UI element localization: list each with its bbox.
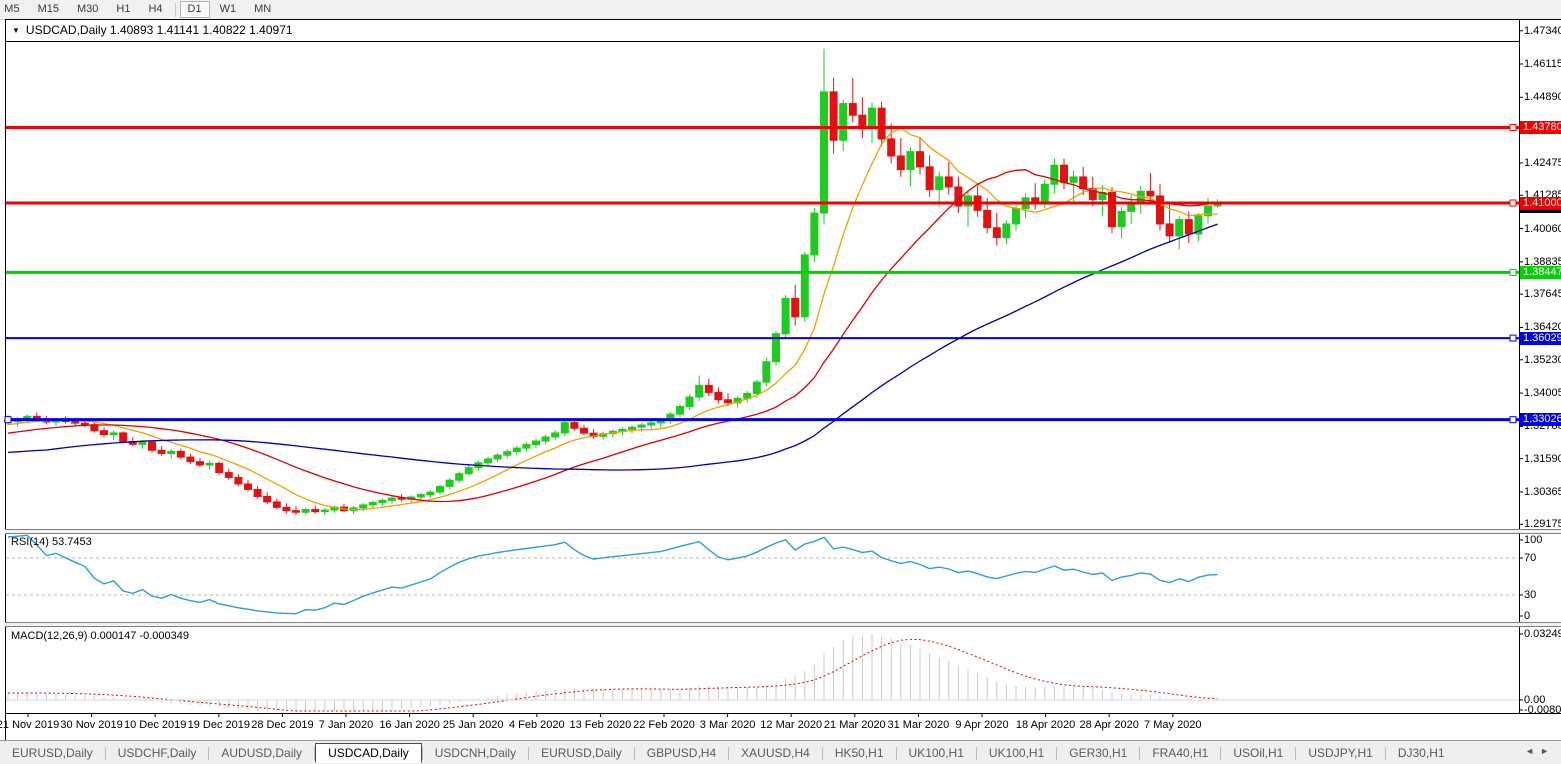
date-label: 31 Mar 2020 (888, 719, 950, 731)
macd-indicator-label: MACD(12,26,9) 0.000147 -0.000349 (11, 630, 189, 642)
chart-title-text: USDCAD,Daily 1.40893 1.41141 1.40822 1.4… (26, 23, 293, 37)
tab-scroll-right-icon[interactable]: ► (1540, 746, 1555, 756)
price-tick-1.37645: 1.37645 (1524, 288, 1561, 300)
rsi-tick-0: 0 (1524, 610, 1530, 622)
date-label: 22 Feb 2020 (633, 719, 695, 731)
date-label: 18 Apr 2020 (1016, 719, 1075, 731)
macd-tick--0.00808: -0.00808 (1524, 704, 1561, 716)
price-tick-1.44890: 1.44890 (1524, 91, 1561, 103)
tab-eurusd-daily-5[interactable]: EURUSD,Daily (529, 743, 634, 763)
timeframe-button-H1[interactable]: H1 (108, 1, 138, 18)
main-chart-plot[interactable] (6, 42, 1519, 528)
mt4-terminal: M1M5M15M30H1H4D1W1MN ▼USDCAD,Daily 1.408… (0, 0, 1561, 764)
tab-fra40-h1-12[interactable]: FRA40,H1 (1140, 743, 1220, 763)
date-label: 3 Mar 2020 (700, 719, 756, 731)
hline-price-label-1.38447: 1.38447 (1520, 266, 1561, 279)
chart-title: ▼ USDCAD,Daily 1.40893 1.41141 1.40822 1.… (12, 23, 293, 37)
tab-xauusd-h4-7[interactable]: XAUUSD,H4 (729, 743, 822, 763)
tab-usdcad-daily-3[interactable]: USDCAD,Daily (315, 743, 422, 763)
hline-price-label-1.43780: 1.43780 (1520, 121, 1561, 134)
price-tick-1.35230: 1.35230 (1524, 354, 1561, 366)
tab-usdjpy-h1-14[interactable]: USDJPY,H1 (1296, 743, 1384, 763)
rsi-tick-30: 30 (1524, 589, 1536, 601)
price-tick-1.29175: 1.29175 (1524, 518, 1561, 530)
price-tick-1.42475: 1.42475 (1524, 157, 1561, 169)
date-label: 16 Jan 2020 (379, 719, 440, 731)
rsi-indicator-label: RSI(14) 53.7453 (11, 536, 92, 548)
tab-ger30-h1-11[interactable]: GER30,H1 (1057, 743, 1139, 763)
tab-usoil-h1-13[interactable]: USOil,H1 (1221, 743, 1295, 763)
tab-gbpusd-h4-6[interactable]: GBPUSD,H4 (635, 743, 728, 763)
price-tick-1.30365: 1.30365 (1524, 486, 1561, 498)
date-label: 21 Nov 2019 (0, 719, 59, 731)
date-label: 7 Jan 2020 (319, 719, 373, 731)
macd-pane-plot[interactable] (6, 627, 1519, 712)
tab-dj30-h1-15[interactable]: DJ30,H1 (1386, 743, 1457, 763)
price-tick-1.47340: 1.47340 (1524, 25, 1561, 37)
price-tick-1.31590: 1.31590 (1524, 453, 1561, 465)
date-label: 10 Dec 2019 (124, 719, 186, 731)
timeframe-button-M15[interactable]: M15 (30, 1, 67, 18)
timeframe-toolbar: M1M5M15M30H1H4D1W1MN (0, 0, 1561, 20)
hline-price-label-1.41000: 1.41000 (1520, 197, 1561, 210)
date-label: 25 Jan 2020 (443, 719, 504, 731)
timeframe-button-M5[interactable]: M5 (0, 1, 28, 18)
tab-hk50-h1-8[interactable]: HK50,H1 (823, 743, 896, 763)
chart-tab-bar: EURUSD,DailyUSDCHF,DailyAUDUSD,DailyUSDC… (0, 740, 1561, 764)
timeframe-button-D1[interactable]: D1 (180, 1, 210, 18)
date-label: 21 Mar 2020 (824, 719, 886, 731)
date-label: 9 Apr 2020 (955, 719, 1008, 731)
timeframe-button-M30[interactable]: M30 (69, 1, 106, 18)
rsi-pane-plot[interactable] (6, 533, 1519, 621)
price-tick-1.34005: 1.34005 (1524, 387, 1561, 399)
date-label: 4 Feb 2020 (509, 719, 565, 731)
hline-price-label-1.33026: 1.33026 (1520, 413, 1561, 426)
toolbar-separator (175, 3, 176, 17)
chart-dropdown-icon[interactable]: ▼ (12, 26, 20, 35)
price-tick-1.46115: 1.46115 (1524, 58, 1561, 70)
tab-scroll-left-icon[interactable]: ◄ (1525, 746, 1540, 756)
tab-scroll-arrows: ◄► (1525, 746, 1555, 756)
rsi-tick-70: 70 (1524, 552, 1536, 564)
macd-tick-0.032493: 0.032493 (1524, 628, 1561, 640)
date-label: 19 Dec 2019 (188, 719, 250, 731)
tab-usdchf-daily-1[interactable]: USDCHF,Daily (106, 743, 209, 763)
tab-uk100-h1-9[interactable]: UK100,H1 (897, 743, 976, 763)
date-label: 28 Apr 2020 (1080, 719, 1139, 731)
date-label: 12 Mar 2020 (760, 719, 822, 731)
price-tick-1.40060: 1.40060 (1524, 223, 1561, 235)
timeframe-buttons: M1M5M15M30H1H4D1W1MN (0, 0, 280, 19)
timeframe-button-H4[interactable]: H4 (140, 1, 170, 18)
tab-uk100-h1-10[interactable]: UK100,H1 (977, 743, 1056, 763)
chart-window-top-border (5, 19, 1561, 20)
tab-usdcnh-daily-4[interactable]: USDCNH,Daily (423, 743, 528, 763)
timeframe-button-W1[interactable]: W1 (212, 1, 245, 18)
date-label: 7 May 2020 (1144, 719, 1201, 731)
rsi-tick-100: 100 (1524, 534, 1542, 546)
date-label: 28 Dec 2019 (251, 719, 313, 731)
tab-eurusd-daily-0[interactable]: EURUSD,Daily (0, 743, 105, 763)
hline-price-label-1.36029: 1.36029 (1520, 332, 1561, 345)
tab-audusd-daily-2[interactable]: AUDUSD,Daily (209, 743, 314, 763)
date-label: 13 Feb 2020 (570, 719, 632, 731)
date-label: 30 Nov 2019 (60, 719, 122, 731)
timeframe-button-MN[interactable]: MN (246, 1, 279, 18)
